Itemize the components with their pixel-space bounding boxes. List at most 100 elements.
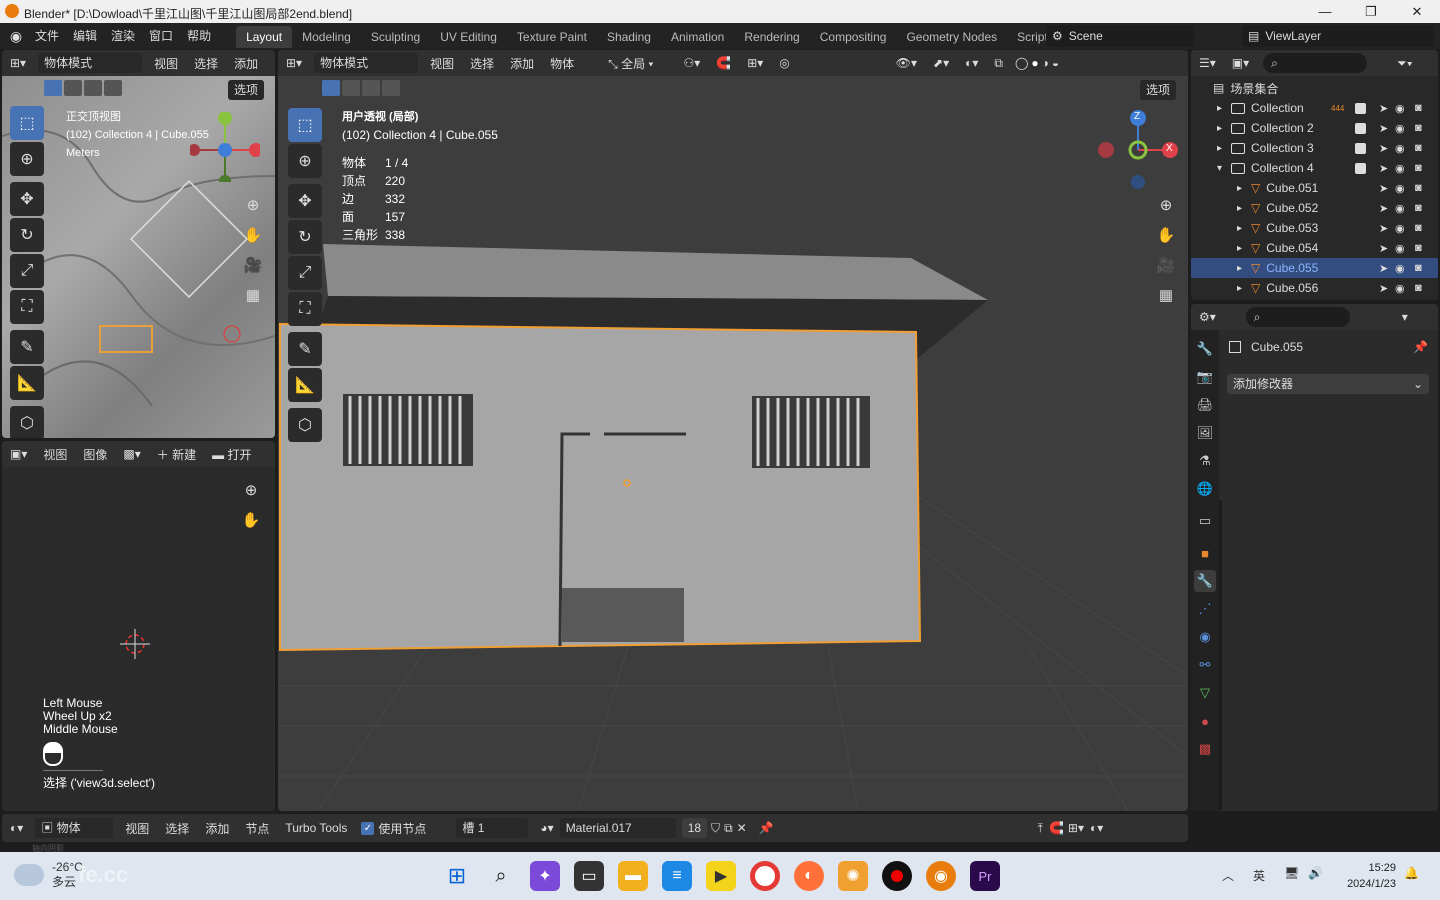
menu-add[interactable]: 添加 (226, 55, 266, 72)
cursor-tool[interactable]: ⊕ (10, 142, 44, 176)
snap-icon[interactable]: 🧲 (1049, 821, 1064, 835)
expand-right-icon[interactable]: ▸ (1237, 283, 1251, 294)
search-icon[interactable]: ⌕ (486, 861, 516, 891)
eye-icon[interactable]: ◉ (1395, 262, 1405, 275)
snap-icon[interactable]: 🧲 (708, 56, 739, 70)
mode-dropdown[interactable]: 物体模式 (38, 53, 143, 73)
outliner-row[interactable]: ▸ Collection 2 ➤ ◉ ◙ (1191, 118, 1438, 138)
select-new-icon[interactable] (44, 80, 62, 96)
xray-icon[interactable]: ⧉ (986, 56, 1011, 71)
select-arrow-icon[interactable]: ➤ (1379, 102, 1388, 115)
camera-icon[interactable]: 🎥 (1153, 252, 1179, 278)
copilot-icon[interactable]: ✦ (530, 861, 560, 891)
select-arrow-icon[interactable]: ➤ (1379, 222, 1388, 235)
workspace-tab[interactable]: Modeling (292, 26, 361, 48)
chrome-icon[interactable] (750, 861, 780, 891)
menu-select[interactable]: 选择 (462, 55, 502, 72)
menu-view[interactable]: 视图 (422, 55, 462, 72)
move-tool[interactable]: ✥ (10, 182, 44, 216)
visibility-icon[interactable]: 👁▾ (888, 56, 925, 70)
select-arrow-icon[interactable]: ➤ (1379, 162, 1388, 175)
object-type-dropdown[interactable]: ▣ 物体 (35, 818, 114, 838)
outliner-row[interactable]: ▸ ▽ Cube.052 ➤ ◉ ◙ (1191, 198, 1438, 218)
material-name-field[interactable]: Material.017 (559, 818, 676, 838)
object-tab-icon[interactable]: ■ (1194, 542, 1216, 564)
camera-render-icon[interactable]: ◙ (1415, 162, 1422, 174)
constraints-tab-icon[interactable]: ⚯ (1194, 654, 1216, 676)
outliner-search[interactable]: ⌕ (1263, 53, 1368, 73)
camera-render-icon[interactable]: ◙ (1415, 122, 1422, 134)
menu-view[interactable]: 视图 (35, 446, 75, 463)
exclude-checkbox[interactable] (1355, 162, 1366, 174)
eye-icon[interactable]: ◉ (1395, 242, 1405, 255)
select-box-tool[interactable]: ⬚ (10, 106, 44, 140)
expand-right-icon[interactable]: ▸ (1237, 203, 1251, 214)
firefox-icon[interactable]: ◐ (794, 861, 824, 891)
expand-right-icon[interactable]: ▸ (1237, 263, 1251, 274)
minimize-button[interactable]: — (1302, 0, 1348, 23)
app-icon[interactable]: ✺ (838, 861, 868, 891)
measure-tool[interactable]: 📐 (10, 366, 44, 400)
shading-rendered-icon[interactable]: ◒ (1052, 56, 1059, 70)
network-icon[interactable]: 🖥 (1284, 866, 1299, 880)
mode-dropdown[interactable]: 物体模式 (314, 53, 419, 73)
collection-tab-icon[interactable]: ▭ (1194, 510, 1216, 532)
select-subtract-icon[interactable] (84, 80, 102, 96)
outliner-row[interactable]: ▸ ▽ Cube.051 ➤ ◉ ◙ (1191, 178, 1438, 198)
expand-right-icon[interactable]: ▸ (1217, 143, 1231, 154)
cursor-tool[interactable]: ⊕ (288, 144, 322, 178)
expand-right-icon[interactable]: ▸ (1237, 183, 1251, 194)
shading-solid-icon[interactable]: ● (1031, 56, 1038, 70)
modifier-tab-icon[interactable]: 🔧 (1194, 570, 1216, 592)
output-tab-icon[interactable]: 🖨 (1194, 394, 1216, 416)
overlay-toggle-icon[interactable]: ◐▾ (957, 56, 986, 70)
editor-type-icon[interactable]: ⊞▾ (278, 56, 310, 70)
particles-tab-icon[interactable]: ⋰ (1194, 598, 1216, 620)
add-cube-tool[interactable]: ⬡ (288, 408, 322, 442)
image-browse-icon[interactable]: ▩▾ (115, 447, 148, 461)
menu-node[interactable]: 节点 (237, 820, 277, 837)
menu-object[interactable]: 物体 (542, 55, 582, 72)
transform-tool[interactable]: ⛶ (10, 290, 44, 324)
scale-tool[interactable]: ⤢ (288, 256, 322, 290)
eye-icon[interactable]: ◉ (1395, 122, 1405, 135)
expand-right-icon[interactable]: ▸ (1217, 103, 1231, 114)
zoom-icon[interactable]: ⊕ (240, 192, 266, 218)
select-arrow-icon[interactable]: ➤ (1379, 122, 1388, 135)
annotate-tool[interactable]: ✎ (288, 332, 322, 366)
rotate-tool[interactable]: ↻ (10, 218, 44, 252)
snap-target-icon[interactable]: ⊞▾ (1068, 821, 1084, 835)
select-extend-icon[interactable] (64, 80, 82, 96)
select-invert-icon[interactable] (382, 80, 400, 96)
volume-icon[interactable]: 🔊 (1308, 866, 1323, 880)
editor-type-icon[interactable]: ☰▾ (1191, 56, 1224, 70)
camera-render-icon[interactable]: ◙ (1415, 242, 1422, 254)
gizmo-toggle-icon[interactable]: ⬈▾ (925, 56, 957, 70)
menu-select[interactable]: 选择 (157, 820, 197, 837)
notepad-icon[interactable]: ≡ (662, 861, 692, 891)
grid-toggle-icon[interactable]: ▦ (240, 282, 266, 308)
eye-icon[interactable]: ◉ (1395, 282, 1405, 295)
turbo-tools-menu[interactable]: Turbo Tools (277, 821, 355, 835)
camera-icon[interactable]: 🎥 (240, 252, 266, 278)
slot-dropdown[interactable]: 槽 1 (456, 818, 529, 838)
weather-widget[interactable]: -26°C 多云 (14, 860, 83, 890)
navigation-gizmo[interactable]: Z X (1094, 106, 1188, 196)
parent-node-icon[interactable]: ⤒ (1038, 821, 1043, 836)
camera-render-icon[interactable]: ◙ (1415, 202, 1422, 214)
menu-view[interactable]: 视图 (117, 820, 157, 837)
workspace-tab[interactable]: Animation (661, 26, 734, 48)
scale-tool[interactable]: ⤢ (10, 254, 44, 288)
task-view-icon[interactable]: ▭ (574, 861, 604, 891)
display-mode-icon[interactable]: ▣▾ (1224, 56, 1257, 70)
overlay-toggle-icon[interactable]: ◐▾ (1090, 821, 1103, 835)
pan-hand-icon[interactable]: ✋ (238, 507, 264, 533)
outliner-row[interactable]: ▸ ▽ Cube.054 ➤ ◉ ◙ (1191, 238, 1438, 258)
obs-record-icon[interactable] (882, 861, 912, 891)
zoom-icon[interactable]: ⊕ (238, 477, 264, 503)
image-editor[interactable]: ▣▾ 视图 图像 ▩▾ ＋ 新建 ▬ 打开 ⊕ ✋ Left Mouse Whe… (2, 441, 275, 811)
select-box-tool[interactable]: ⬚ (288, 108, 322, 142)
select-arrow-icon[interactable]: ➤ (1379, 262, 1388, 275)
material-tab-icon[interactable]: ● (1194, 710, 1216, 732)
workspace-tab[interactable]: UV Editing (430, 26, 507, 48)
